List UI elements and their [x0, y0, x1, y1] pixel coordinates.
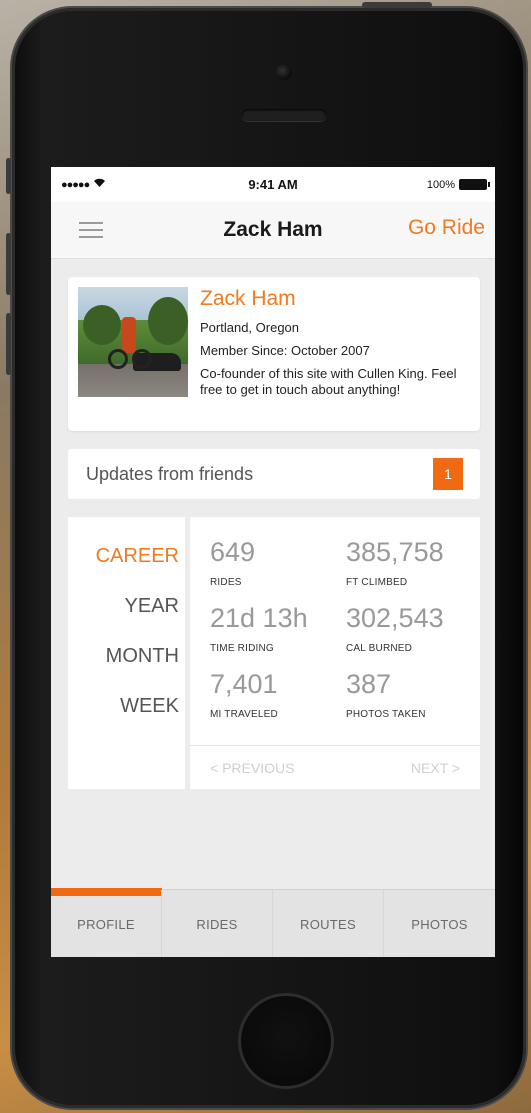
tab-photos[interactable]: PHOTOS: [384, 890, 495, 957]
stat-mi-traveled-label: MI TRAVELED: [210, 709, 278, 720]
next-button[interactable]: NEXT >: [411, 760, 460, 776]
stat-photos-taken-label: PHOTOS TAKEN: [346, 709, 426, 720]
home-button[interactable]: [238, 993, 334, 1089]
stat-mi-traveled-value: 7,401: [210, 669, 278, 699]
stat-time-riding-label: TIME RIDING: [210, 643, 274, 654]
tab-profile[interactable]: PROFILE: [51, 890, 162, 957]
volume-down-button: [6, 313, 11, 375]
updates-count-badge: 1: [433, 458, 463, 490]
previous-button[interactable]: < PREVIOUS: [210, 760, 294, 776]
period-career[interactable]: CAREER: [96, 545, 179, 568]
profile-name[interactable]: Zack Ham: [200, 287, 296, 311]
stat-rides-value: 649: [210, 537, 256, 567]
stat-cal-burned-label: CAL BURNED: [346, 643, 413, 654]
stats-section: CAREER YEAR MONTH WEEK 649 RIDES 385,758…: [68, 517, 480, 789]
period-week[interactable]: WEEK: [120, 695, 179, 718]
profile-photo[interactable]: [78, 287, 188, 397]
profile-member-since: Member Since: October 2007: [200, 343, 370, 358]
volume-up-button: [6, 233, 11, 295]
period-selector: CAREER YEAR MONTH WEEK: [68, 517, 185, 789]
updates-label: Updates from friends: [86, 463, 254, 484]
period-year[interactable]: YEAR: [125, 595, 179, 618]
period-month[interactable]: MONTH: [106, 645, 179, 668]
updates-from-friends-row[interactable]: Updates from friends 1: [68, 449, 480, 499]
stats-pager: < PREVIOUS NEXT >: [190, 745, 480, 789]
profile-card: Zack Ham Portland, Oregon Member Since: …: [68, 277, 480, 431]
stat-ft-climbed-value: 385,758: [346, 537, 444, 567]
stat-photos-taken-value: 387: [346, 669, 392, 699]
status-bar: ●●●●● 9:41 AM 100%: [51, 167, 495, 202]
profile-location: Portland, Oregon: [200, 320, 300, 335]
stat-cal-burned-value: 302,543: [346, 603, 444, 633]
go-ride-button[interactable]: Go Ride: [408, 216, 485, 240]
app-screen: ●●●●● 9:41 AM 100% Zack Ham Go Ride Zack…: [51, 167, 495, 957]
front-camera: [276, 64, 292, 80]
silent-switch: [6, 158, 11, 194]
nav-bar: Zack Ham Go Ride: [51, 202, 495, 259]
tab-routes[interactable]: ROUTES: [273, 890, 384, 957]
power-button: [362, 2, 432, 8]
tab-rides[interactable]: RIDES: [162, 890, 273, 957]
stats-panel: 649 RIDES 385,758 FT CLIMBED 21d 13h TIM…: [190, 517, 480, 789]
stat-rides-label: RIDES: [210, 577, 242, 588]
stat-time-riding-value: 21d 13h: [210, 603, 308, 633]
earpiece-speaker: [242, 109, 326, 121]
battery-icon: [459, 179, 490, 190]
status-time: 9:41 AM: [248, 177, 298, 192]
profile-bio: Co-founder of this site with Cullen King…: [200, 366, 457, 397]
stat-ft-climbed-label: FT CLIMBED: [346, 577, 408, 588]
tab-bar: PROFILE RIDES ROUTES PHOTOS: [51, 888, 495, 957]
